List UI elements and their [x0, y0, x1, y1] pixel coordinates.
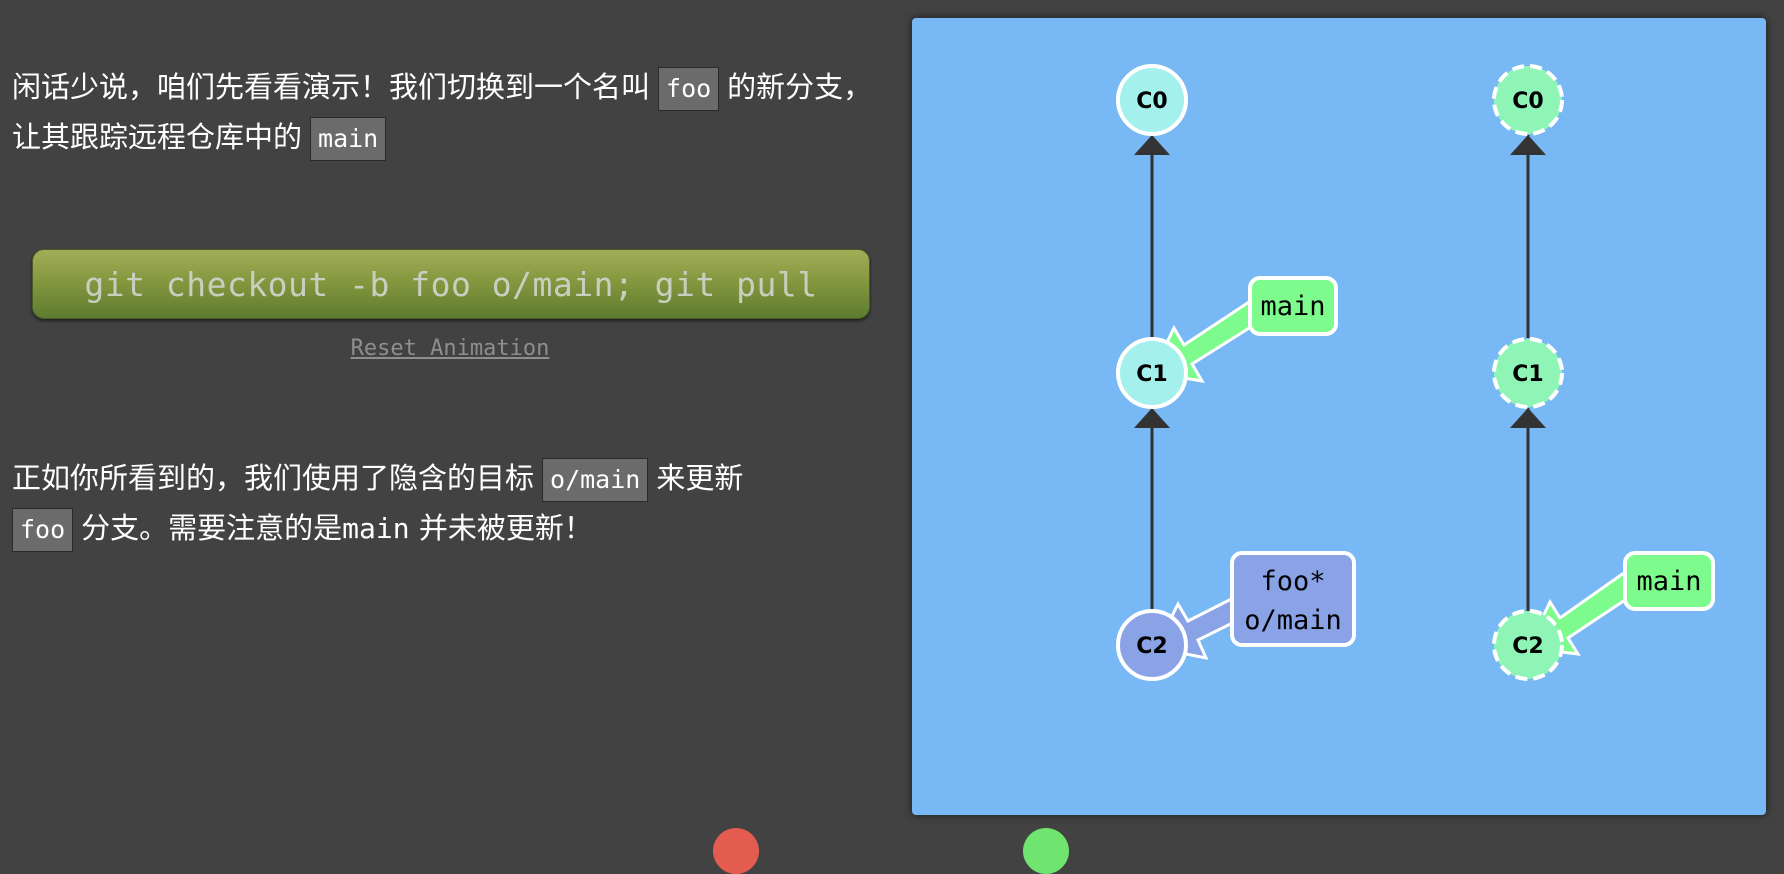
code-o-main: o/main: [542, 458, 649, 502]
git-graph: C0 C1 C2 C0 C1 C2 main foo* o/main main: [1116, 64, 1715, 681]
outro-paragraph: 正如你所看到的，我们使用了隐含的目标 o/main 来更新 foo 分支。需要注意的是m…: [12, 453, 892, 554]
commit-label: C0: [1136, 89, 1167, 114]
outro-text-4: 并未被更新！: [418, 511, 593, 545]
edge-arrowhead: [1510, 135, 1546, 155]
commit-label: C2: [1136, 634, 1167, 659]
branch-label-origin-main-text: o/main: [1244, 605, 1342, 636]
code-foo-2: foo: [12, 508, 74, 552]
outro-text-2: 来更新: [656, 461, 744, 495]
edge-arrowhead: [1134, 135, 1170, 155]
branch-label-foo-text: foo*: [1260, 566, 1325, 597]
edge-arrowhead: [1510, 408, 1546, 428]
reset-animation-link[interactable]: Reset Animation: [0, 336, 900, 361]
instructions-panel: 闲话少说，咱们先看看演示！我们切换到一个名叫 foo 的新分支，让其跟踪远程仓库中的…: [0, 0, 900, 834]
intro-text-1: 闲话少说，咱们先看看演示！我们切换到一个名叫: [12, 70, 651, 104]
edge-arrowhead: [1134, 408, 1170, 428]
remote-branch-label-main-text: main: [1636, 566, 1701, 597]
git-command-button[interactable]: git checkout -b foo o/main; git pull: [32, 249, 870, 319]
remote-commit-label: C0: [1512, 89, 1543, 114]
outro-text-1: 正如你所看到的，我们使用了隐含的目标: [12, 461, 535, 495]
git-visualization-panel: C0 C1 C2 C0 C1 C2 main foo* o/main main: [912, 18, 1766, 815]
mono-main: main: [342, 512, 410, 545]
commit-label: C1: [1136, 362, 1167, 387]
code-main: main: [310, 117, 387, 161]
code-foo: foo: [658, 67, 720, 111]
outro-text-3: 分支。需要注意的是: [81, 511, 343, 545]
intro-paragraph: 闲话少说，咱们先看看演示！我们切换到一个名叫 foo 的新分支，让其跟踪远程仓库中的…: [12, 62, 892, 162]
continue-dot-icon[interactable]: [1023, 828, 1069, 874]
remote-commit-label: C2: [1512, 634, 1543, 659]
remote-commit-label: C1: [1512, 362, 1543, 387]
close-dot-icon[interactable]: [713, 828, 759, 874]
branch-label-main-text: main: [1260, 291, 1325, 322]
